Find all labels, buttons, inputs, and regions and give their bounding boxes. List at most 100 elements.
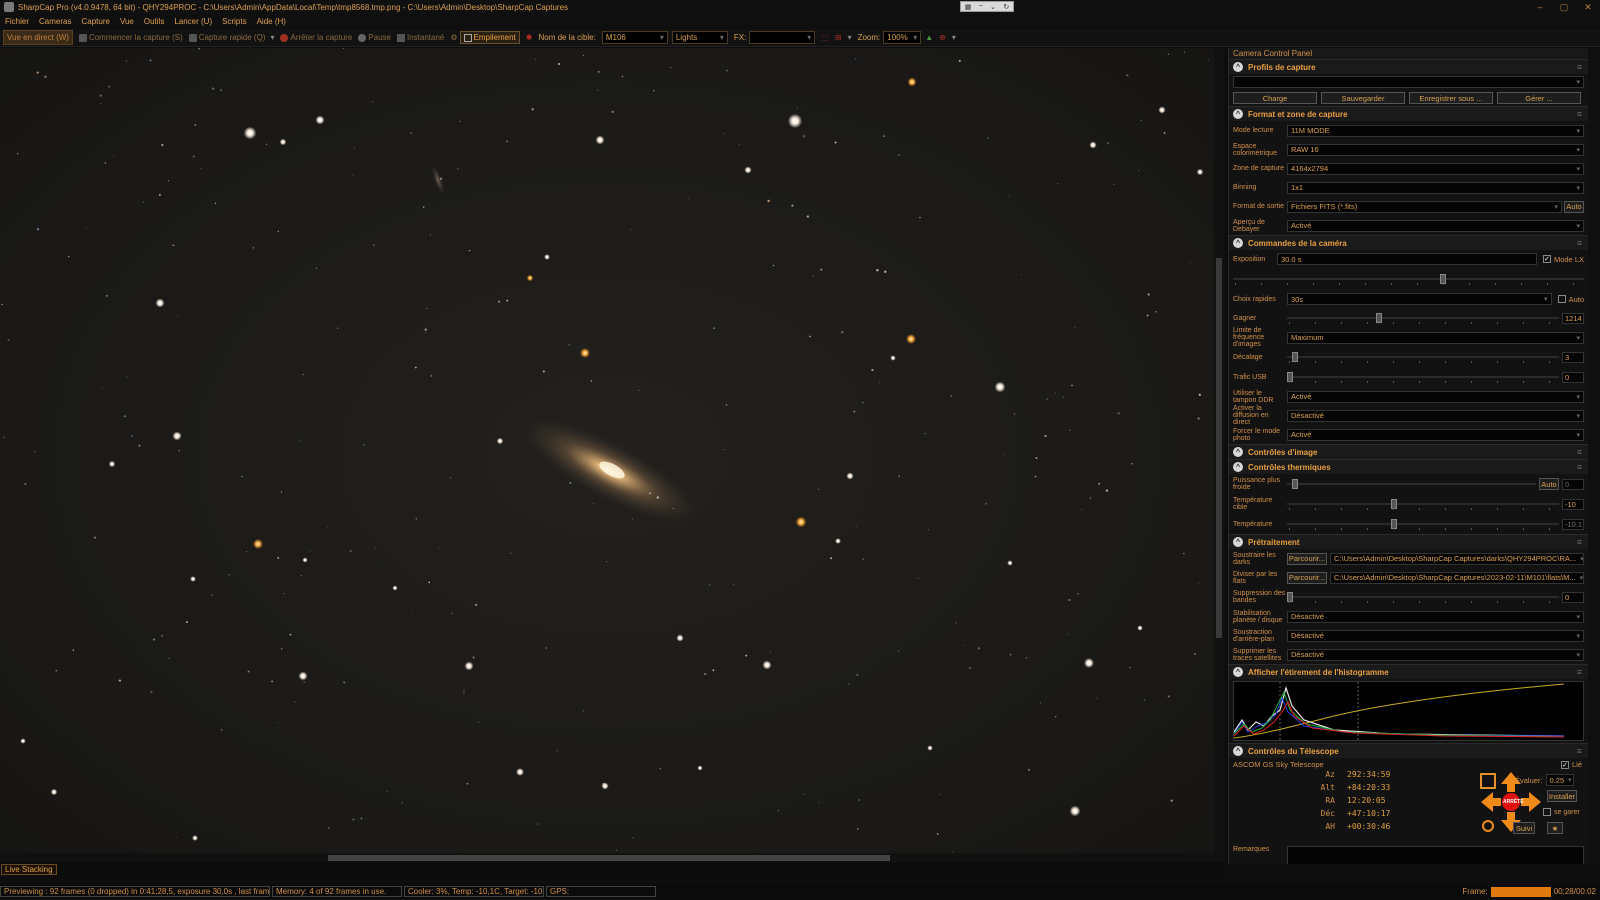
readout-mode-select[interactable]: 11M MODE ▾ — [1287, 124, 1584, 137]
fx-select[interactable]: ▾ — [749, 31, 816, 44]
quick-choices-select[interactable]: 30s ▾ — [1287, 293, 1552, 305]
menu-view[interactable]: Vue — [120, 17, 134, 26]
offset-value[interactable]: 3 — [1562, 351, 1584, 363]
collapse-icon[interactable]: ^ — [1233, 667, 1243, 677]
usb-traffic-value[interactable]: 0 — [1562, 371, 1584, 383]
chevron-down-icon[interactable]: ▾ — [848, 33, 852, 42]
histogram-display[interactable] — [1233, 681, 1584, 741]
stop-capture-button[interactable]: Arrêter la capture — [280, 33, 352, 42]
rate-select[interactable]: 0.25 ▾ — [1545, 774, 1574, 786]
manage-profiles-button[interactable]: Gérer ... — [1497, 92, 1581, 104]
usb-traffic-slider[interactable] — [1287, 371, 1559, 383]
tracking-button[interactable]: Suivi — [1513, 822, 1535, 834]
photo-mode-select[interactable]: Activé ▾ — [1287, 428, 1584, 441]
section-histogram[interactable]: ^ Afficher l'étirement de l'histogramme ≡ — [1229, 664, 1588, 679]
ddr-buffer-select[interactable]: Activé ▾ — [1287, 390, 1584, 403]
menu-icon[interactable]: ≡ — [1577, 447, 1582, 457]
home-icon[interactable] — [1482, 820, 1494, 832]
refresh-icon[interactable]: ↻ — [1003, 3, 1009, 11]
panel-scrollbar[interactable] — [1589, 48, 1600, 864]
exposure-slider[interactable] — [1233, 273, 1584, 285]
satellite-trails-select[interactable]: Désactivé ▾ — [1287, 648, 1584, 661]
framerate-limit-select[interactable]: Maximum ▾ — [1287, 331, 1584, 344]
section-format[interactable]: ^ Format et zone de capture ≡ — [1229, 106, 1588, 121]
reticle-icon[interactable]: ✱ — [526, 33, 533, 42]
gain-slider[interactable] — [1287, 312, 1559, 324]
linked-checkbox[interactable]: ✓ — [1560, 760, 1569, 769]
menu-capture[interactable]: Capture — [81, 17, 109, 26]
load-profile-button[interactable]: Charge — [1233, 92, 1317, 104]
collapse-icon[interactable]: ^ — [1233, 447, 1243, 457]
collapse-icon[interactable]: ^ — [1233, 462, 1243, 472]
debayer-preview-select[interactable]: Activé ▾ — [1287, 219, 1584, 232]
frame-type-select[interactable]: Lights ▾ — [671, 31, 728, 44]
histogram-icon[interactable]: ▲ — [925, 33, 933, 42]
minimize-button[interactable]: – — [1528, 0, 1552, 14]
menu-icon[interactable]: ≡ — [1577, 746, 1582, 756]
arrow-left-icon[interactable] — [1481, 792, 1501, 812]
chevron-down-icon[interactable]: ▾ — [952, 33, 956, 42]
scroll-thumb[interactable] — [328, 855, 890, 861]
install-button[interactable]: Installer — [1547, 790, 1577, 802]
menu-icon[interactable]: ≡ — [1577, 62, 1582, 72]
maximize-button[interactable]: ▢ — [1552, 0, 1576, 14]
menu-help[interactable]: Aide (H) — [257, 17, 286, 26]
exposure-input[interactable]: 30.0 s — [1277, 253, 1537, 265]
target-name-input[interactable]: M106 ▾ — [601, 31, 668, 44]
live-broadcast-select[interactable]: Désactivé ▾ — [1287, 409, 1584, 422]
section-image-controls[interactable]: ^ Contrôles d'image ≡ — [1229, 444, 1588, 459]
banding-suppression-slider[interactable] — [1287, 591, 1559, 603]
menu-icon[interactable]: ≡ — [1577, 462, 1582, 472]
image-viewport[interactable] — [0, 48, 1214, 863]
collapse-icon[interactable]: ^ — [1233, 62, 1243, 72]
close-button[interactable]: ✕ — [1576, 0, 1600, 14]
scroll-thumb[interactable] — [1216, 258, 1222, 638]
section-preprocessing[interactable]: ^ Prétraitement ≡ — [1229, 534, 1588, 549]
dark-file-select[interactable]: C:\Users\Admin\Desktop\SharpCap Captures… — [1330, 552, 1584, 565]
selection-rect-icon[interactable]: ⬚ — [821, 33, 829, 42]
section-capture-profiles[interactable]: ^ Profils de capture ≡ — [1229, 59, 1588, 74]
live-view-button[interactable]: Vue en direct (W) — [3, 30, 73, 45]
minus-icon[interactable]: − — [979, 3, 983, 10]
menu-icon[interactable]: ≡ — [1577, 537, 1582, 547]
quick-access-toolbar[interactable]: ▦ − ⌄ ↻ — [960, 1, 1014, 12]
collapse-icon[interactable]: ^ — [1233, 746, 1243, 756]
banding-suppression-value[interactable]: 0 — [1562, 591, 1584, 603]
target-icon[interactable] — [1480, 773, 1496, 789]
crosshair-icon[interactable]: ⊞ — [835, 33, 842, 42]
stacking-button[interactable]: Empilement — [459, 31, 520, 44]
horizontal-scrollbar[interactable] — [0, 853, 1214, 863]
capture-area-select[interactable]: 4164x2794 ▾ — [1287, 162, 1584, 175]
menu-launch[interactable]: Lancer (U) — [174, 17, 212, 26]
star-icon[interactable]: ★ — [1547, 822, 1563, 834]
chevron-down-icon[interactable]: ⌄ — [990, 3, 996, 11]
live-stacking-button[interactable]: Live Stacking — [1, 864, 57, 875]
zoom-select[interactable]: 100% ▾ — [883, 31, 922, 44]
offset-slider[interactable] — [1287, 351, 1559, 363]
profile-select[interactable]: ▾ — [1233, 76, 1584, 88]
browse-flats-button[interactable]: Parcourir... — [1287, 571, 1327, 584]
gain-value[interactable]: 1214 — [1562, 312, 1584, 324]
settings-icon[interactable]: ⚙ — [450, 33, 457, 42]
start-capture-button[interactable]: Commencer la capture (S) — [78, 33, 183, 42]
notes-input[interactable] — [1287, 846, 1584, 864]
binning-select[interactable]: 1x1 ▾ — [1287, 181, 1584, 194]
pause-button[interactable]: Pause — [358, 33, 391, 42]
auto-exposure-checkbox[interactable] — [1557, 295, 1566, 303]
vertical-scrollbar[interactable] — [1214, 48, 1224, 863]
section-thermal-controls[interactable]: ^ Contrôles thermiques ≡ — [1229, 459, 1588, 474]
menu-icon[interactable]: ≡ — [1577, 109, 1582, 119]
chevron-down-icon[interactable]: ▾ — [270, 33, 274, 42]
collapse-icon[interactable]: ^ — [1233, 238, 1243, 248]
output-format-select[interactable]: Fichiers FITS (*.fits) ▾ — [1287, 200, 1562, 213]
menu-icon[interactable]: ≡ — [1577, 667, 1582, 677]
color-space-select[interactable]: RAW 16 ▾ — [1287, 143, 1584, 156]
menu-tools[interactable]: Outils — [144, 17, 164, 26]
section-camera-controls[interactable]: ^ Commandes de la caméra ≡ — [1229, 235, 1588, 250]
target-temperature-value[interactable]: -10 — [1562, 498, 1584, 510]
menu-cameras[interactable]: Cameras — [39, 17, 71, 26]
flat-file-select[interactable]: C:\Users\Admin\Desktop\SharpCap Captures… — [1330, 571, 1584, 584]
menu-file[interactable]: Fichier — [5, 17, 29, 26]
grid-icon[interactable]: ▦ — [965, 3, 972, 11]
background-subtraction-select[interactable]: Désactivé ▾ — [1287, 629, 1584, 642]
